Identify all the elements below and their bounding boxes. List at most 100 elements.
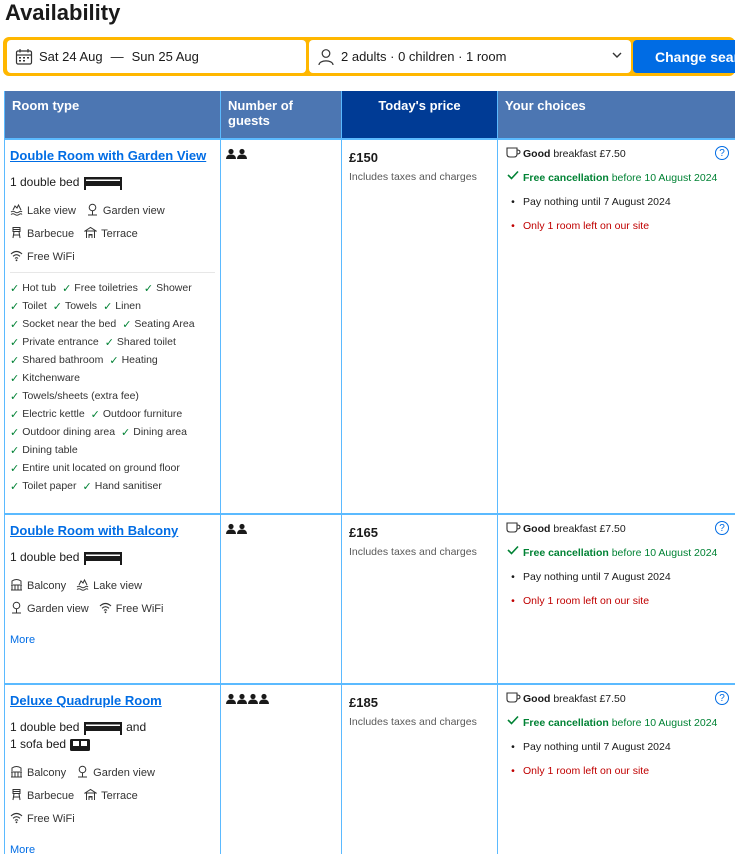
garden-view-icon: [10, 601, 27, 617]
payment-choice: • Pay nothing until 7 August 2024: [503, 569, 727, 585]
breakfast-choice: Good breakfast £7.50: [503, 691, 727, 707]
facility-label: Terrace: [101, 227, 138, 240]
guests-icon: [226, 693, 335, 705]
amenity-item: ✓ Seating Area: [122, 315, 194, 333]
amenity-item: ✓ Outdoor furniture: [91, 405, 183, 423]
amenity-label: Shower: [156, 282, 192, 294]
chevron-down-icon: [611, 49, 623, 64]
amenity-label: Socket near the bed: [22, 318, 117, 330]
bed-info: 1 double bed and 1 sofa bed: [10, 719, 215, 753]
check-icon: ✓: [143, 282, 154, 295]
check-icon: ✓: [10, 390, 20, 403]
room-name-link[interactable]: Double Room with Balcony: [10, 522, 215, 540]
more-link[interactable]: More: [10, 844, 215, 854]
facility-label: Free WiFi: [27, 250, 75, 263]
check-icon: ✓: [121, 426, 131, 439]
facility-item: Garden view: [86, 199, 165, 222]
header-your-choices: Your choices: [497, 91, 735, 139]
amenity-label: Heating: [121, 354, 158, 366]
coffee-cup-icon: [503, 521, 523, 534]
person-icon: [317, 48, 335, 66]
facility-label: Barbecue: [27, 789, 75, 802]
room-name-link[interactable]: Deluxe Quadruple Room: [10, 692, 215, 710]
amenity-label: Seating Area: [134, 318, 195, 330]
facility-label: Balcony: [27, 579, 67, 592]
check-icon: ✓: [10, 462, 20, 475]
guests-icon: [226, 523, 335, 535]
check-icon: ✓: [10, 300, 20, 313]
header-room-type: Room type: [4, 91, 221, 139]
bed-label: 1 double bed: [10, 550, 80, 564]
cancellation-deadline: before 10 August 2024: [611, 717, 718, 729]
bullet-icon: •: [511, 741, 515, 753]
amenity-item: ✓ Free toiletries: [62, 279, 138, 297]
facility-label: Free WiFi: [115, 602, 164, 615]
divider: [10, 272, 215, 273]
amenity-item: ✓ Shared bathroom: [10, 351, 103, 369]
room-name-link[interactable]: Double Room with Garden View: [10, 147, 215, 165]
facility-item: Lake view: [76, 574, 142, 597]
amenity-item: ✓ Dining table: [10, 441, 78, 459]
guests-field[interactable]: 2 adults · 0 children · 1 room: [309, 40, 631, 73]
scarcity-note: • Only 1 room left on our site: [503, 218, 727, 234]
check-icon: ✓: [10, 426, 20, 439]
barbecue-icon: [10, 788, 27, 804]
amenity-label: Linen: [115, 300, 141, 312]
check-icon: ✓: [90, 408, 100, 421]
payment-choice: • Pay nothing until 7 August 2024: [503, 739, 727, 755]
room-type-cell: Double Room with Garden View 1 double be…: [4, 138, 221, 515]
amenity-item: ✓ Toilet paper: [10, 477, 77, 495]
amenity-item: ✓ Shared toilet: [105, 333, 176, 351]
room-row: Double Room with Garden View 1 double be…: [4, 138, 735, 515]
room-type-cell: Deluxe Quadruple Room 1 double bed and 1 …: [4, 683, 221, 854]
bed-label: 1 double bed: [10, 720, 80, 734]
amenity-item: ✓ Heating: [109, 351, 157, 369]
price-cell: £185 Includes taxes and charges: [341, 683, 498, 854]
breakfast-price: breakfast £7.50: [553, 693, 626, 705]
check-icon: ✓: [10, 444, 20, 457]
amenity-label: Free toiletries: [74, 282, 138, 294]
breakfast-choice: Good breakfast £7.50: [503, 521, 727, 537]
lake-view-icon: [76, 578, 93, 594]
facility-item: Terrace: [83, 784, 138, 807]
check-icon: ✓: [82, 480, 92, 493]
room-row: Deluxe Quadruple Room 1 double bed and 1 …: [4, 683, 735, 854]
help-icon[interactable]: ?: [715, 521, 729, 535]
choices-cell: ? Good breakfast £7.50 Free cancellation…: [497, 513, 735, 685]
taxes-note: Includes taxes and charges: [349, 716, 477, 728]
more-link[interactable]: More: [10, 634, 215, 646]
rooms-left-text: Only 1 room left on our site: [523, 765, 650, 777]
room-row: Double Room with Balcony 1 double bed Ba…: [4, 513, 735, 685]
facility-list: Balcony Garden view Barbecue Terrace Free Wi…: [10, 761, 215, 830]
rooms-left-text: Only 1 room left on our site: [523, 220, 650, 232]
availability-table: Room type Number of guests Today's price…: [4, 91, 735, 854]
check-icon: ✓: [103, 300, 113, 313]
barbecue-icon: [10, 226, 27, 242]
help-icon[interactable]: ?: [715, 691, 729, 705]
change-search-button[interactable]: Change search: [633, 40, 735, 73]
amenity-label: Towels: [64, 300, 98, 312]
facility-label: Barbecue: [27, 227, 75, 240]
amenity-item: ✓ Towels/sheets (extra fee): [10, 387, 139, 405]
coffee-cup-icon: [503, 146, 523, 159]
facility-list: Lake view Garden view Barbecue Terrace Free …: [10, 199, 215, 268]
header-todays-price: Today's price: [341, 91, 498, 139]
date-picker-field[interactable]: Sat 24 Aug — Sun 25 Aug: [7, 40, 306, 73]
date-separator: —: [110, 49, 124, 64]
amenity-item: ✓ Toilet: [10, 297, 47, 315]
amenity-item: ✓ Private entrance: [10, 333, 99, 351]
amenity-item: ✓ Hot tub: [10, 279, 56, 297]
facility-label: Balcony: [27, 766, 67, 779]
facility-item: Garden view: [76, 761, 155, 784]
garden-view-icon: [76, 765, 93, 781]
amenity-label: Hot tub: [22, 282, 57, 294]
calendar-icon: [15, 48, 33, 66]
help-icon[interactable]: ?: [715, 146, 729, 160]
check-icon: [503, 545, 523, 555]
header-number-of-guests: Number of guests: [220, 91, 342, 139]
bed-and: and: [126, 720, 147, 734]
page-title: Availability: [5, 0, 121, 25]
breakfast-choice: Good breakfast £7.50: [503, 146, 727, 162]
bullet-icon: •: [511, 196, 515, 208]
check-icon: ✓: [10, 480, 20, 493]
